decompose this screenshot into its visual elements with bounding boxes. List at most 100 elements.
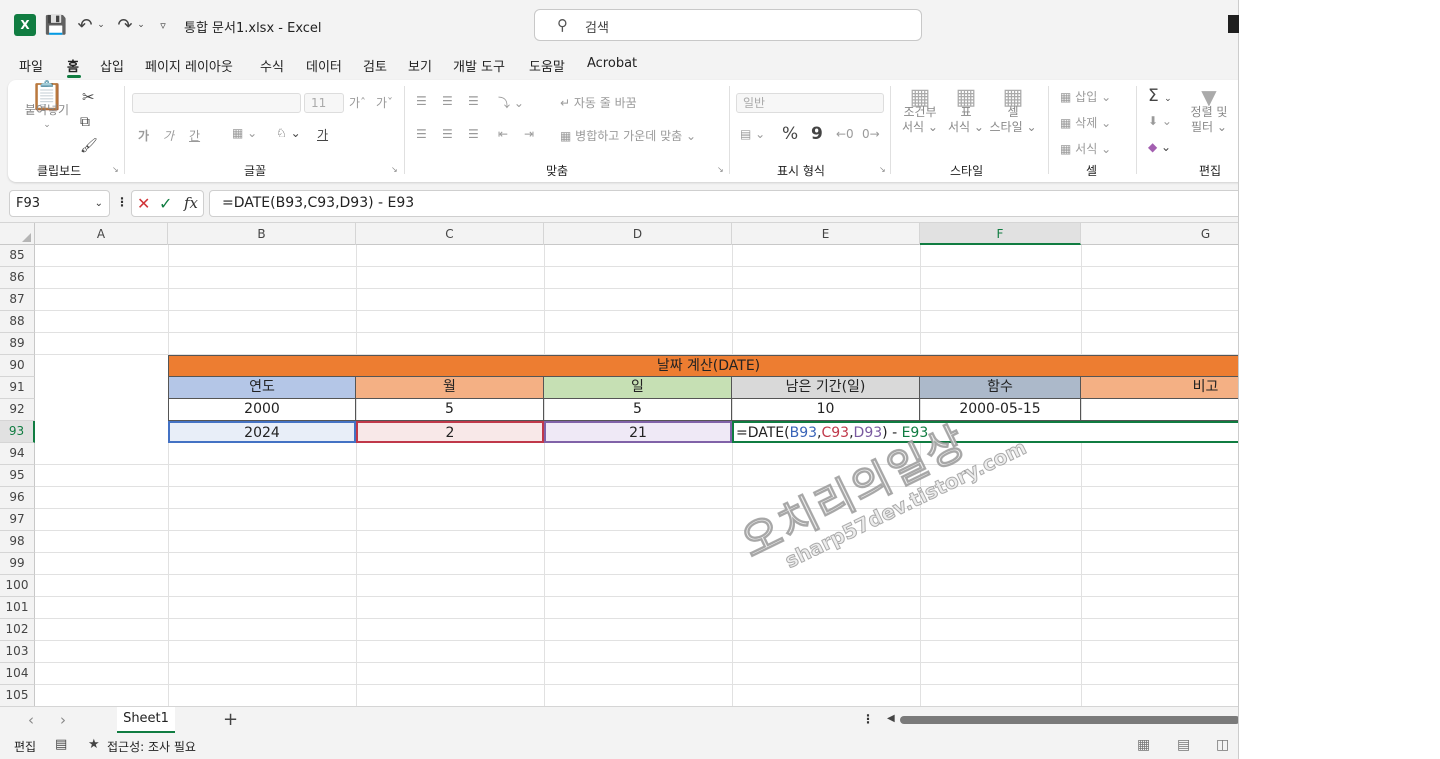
- row-header[interactable]: 95: [0, 465, 35, 487]
- name-box[interactable]: F93 ⌄: [9, 190, 110, 217]
- comma-style-button[interactable]: 9: [811, 124, 823, 144]
- format-cells-button[interactable]: ▦ 서식 ⌄: [1060, 140, 1111, 157]
- add-sheet-icon[interactable]: +: [223, 709, 238, 730]
- cell-g92[interactable]: [1081, 399, 1238, 421]
- tab-page-layout[interactable]: 페이지 레이아웃: [145, 56, 233, 75]
- row-header[interactable]: 102: [0, 619, 35, 641]
- percent-button[interactable]: %: [782, 124, 798, 144]
- more-options-icon[interactable]: ⋮: [116, 195, 128, 209]
- delete-cells-button[interactable]: ▦ 삭제 ⌄: [1060, 114, 1111, 131]
- format-as-table-button[interactable]: ▦ 표 서식 ⌄: [946, 87, 986, 135]
- row-header[interactable]: 86: [0, 267, 35, 289]
- save-icon[interactable]: 💾: [45, 14, 67, 36]
- horizontal-scrollbar[interactable]: [900, 716, 1238, 724]
- select-all-button[interactable]: [0, 223, 35, 245]
- header-cell-month[interactable]: 월: [356, 377, 544, 399]
- row-header[interactable]: 97: [0, 509, 35, 531]
- column-header-d[interactable]: D: [544, 223, 732, 245]
- cell-in-edit-mode[interactable]: =DATE(B93,C93,D93) - E93: [732, 421, 1238, 443]
- autosum-icon[interactable]: Σ ⌄: [1148, 86, 1172, 106]
- wrap-text-button[interactable]: ↵ 자동 줄 바꿈: [560, 94, 637, 111]
- page-layout-view-icon[interactable]: ▤: [1177, 737, 1190, 753]
- row-header[interactable]: 94: [0, 443, 35, 465]
- align-top-icon[interactable]: ☰: [416, 94, 427, 108]
- increase-decimal-icon[interactable]: ←0: [836, 127, 854, 141]
- table-title-cell[interactable]: 날짜 계산(DATE): [168, 355, 1238, 377]
- row-header[interactable]: 89: [0, 333, 35, 355]
- enter-icon[interactable]: ✓: [159, 194, 172, 213]
- number-launcher-icon[interactable]: ↘: [879, 165, 886, 174]
- column-header-g[interactable]: G: [1081, 223, 1238, 245]
- search-input[interactable]: ⚲ 검색: [534, 9, 922, 41]
- tab-review[interactable]: 검토: [363, 56, 387, 75]
- row-header[interactable]: 92: [0, 399, 35, 421]
- align-center-icon[interactable]: ☰: [442, 127, 453, 141]
- alignment-launcher-icon[interactable]: ↘: [717, 165, 724, 174]
- row-header[interactable]: 104: [0, 663, 35, 685]
- increase-indent-icon[interactable]: ⇥: [524, 127, 534, 141]
- fill-color-icon[interactable]: ♘ ⌄: [276, 126, 301, 140]
- row-header[interactable]: 101: [0, 597, 35, 619]
- align-middle-icon[interactable]: ☰: [442, 94, 453, 108]
- tab-file[interactable]: 파일: [19, 56, 43, 75]
- column-header-b[interactable]: B: [168, 223, 356, 245]
- decrease-decimal-icon[interactable]: 0→: [862, 127, 880, 141]
- cell-b93[interactable]: 2024: [168, 421, 356, 443]
- cell-c93[interactable]: 2: [356, 421, 544, 443]
- font-launcher-icon[interactable]: ↘: [391, 165, 398, 174]
- column-header-f[interactable]: F: [920, 223, 1081, 245]
- fill-icon[interactable]: ⬇ ⌄: [1148, 114, 1172, 128]
- header-cell-day[interactable]: 일: [544, 377, 732, 399]
- tab-developer[interactable]: 개발 도구: [453, 56, 505, 75]
- more-options-icon[interactable]: ⋮: [862, 712, 874, 726]
- border-icon[interactable]: ▦ ⌄: [232, 126, 257, 140]
- cell-f92[interactable]: 2000-05-15: [920, 399, 1081, 421]
- row-header[interactable]: 105: [0, 685, 35, 706]
- format-painter-icon[interactable]: 🖌: [80, 138, 98, 154]
- decrease-indent-icon[interactable]: ⇤: [498, 127, 508, 141]
- clear-icon[interactable]: ◆ ⌄: [1148, 140, 1171, 154]
- clipboard-launcher-icon[interactable]: ↘: [112, 165, 119, 174]
- cell-b92[interactable]: 2000: [168, 399, 356, 421]
- chevron-down-icon[interactable]: ⌄: [95, 191, 103, 216]
- row-header[interactable]: 87: [0, 289, 35, 311]
- customize-toolbar-icon[interactable]: ▿: [156, 14, 170, 36]
- font-color-button[interactable]: 가: [317, 126, 328, 143]
- font-name-select[interactable]: [132, 93, 301, 113]
- row-header[interactable]: 96: [0, 487, 35, 509]
- cancel-icon[interactable]: ✕: [137, 194, 150, 213]
- row-header[interactable]: 98: [0, 531, 35, 553]
- accessibility-status[interactable]: 접근성: 조사 필요: [107, 738, 196, 755]
- undo-icon[interactable]: ↶: [76, 14, 94, 36]
- tab-data[interactable]: 데이터: [306, 56, 342, 75]
- redo-icon[interactable]: ↷: [116, 14, 134, 36]
- tab-home[interactable]: 홈: [67, 56, 79, 75]
- row-header[interactable]: 85: [0, 245, 35, 267]
- row-header[interactable]: 103: [0, 641, 35, 663]
- worksheet-grid[interactable]: A B C D E F G 85 86 87 88 89 90 91 92 93…: [0, 222, 1238, 706]
- bold-button[interactable]: 가: [138, 127, 149, 144]
- accounting-format-icon[interactable]: ▤ ⌄: [740, 127, 765, 141]
- insert-function-icon[interactable]: fx: [184, 194, 198, 212]
- cell-styles-button[interactable]: ▦ 셀 스타일 ⌄: [988, 87, 1038, 135]
- copy-icon[interactable]: ⧉: [80, 114, 90, 130]
- row-header[interactable]: 91: [0, 377, 35, 399]
- header-cell-function[interactable]: 함수: [920, 377, 1081, 399]
- tab-formulas[interactable]: 수식: [260, 56, 284, 75]
- font-grow-icon[interactable]: 가ˆ: [349, 94, 366, 111]
- paste-button[interactable]: 📋 붙여넣기 ⌄: [24, 82, 70, 133]
- align-bottom-icon[interactable]: ☰: [468, 94, 479, 108]
- cell-d93[interactable]: 21: [544, 421, 732, 443]
- tab-help[interactable]: 도움말: [529, 56, 565, 75]
- column-header-c[interactable]: C: [356, 223, 544, 245]
- tab-view[interactable]: 보기: [408, 56, 432, 75]
- italic-button[interactable]: 가: [163, 127, 174, 144]
- chevron-right-icon[interactable]: ›: [60, 711, 66, 729]
- underline-button[interactable]: 간: [189, 127, 200, 144]
- tab-insert[interactable]: 삽입: [100, 56, 124, 75]
- font-shrink-icon[interactable]: 가ˇ: [376, 94, 393, 111]
- row-header[interactable]: 88: [0, 311, 35, 333]
- orientation-icon[interactable]: ⤵ ⌄: [498, 94, 524, 111]
- cell-d92[interactable]: 5: [544, 399, 732, 421]
- cut-icon[interactable]: ✂: [82, 88, 95, 106]
